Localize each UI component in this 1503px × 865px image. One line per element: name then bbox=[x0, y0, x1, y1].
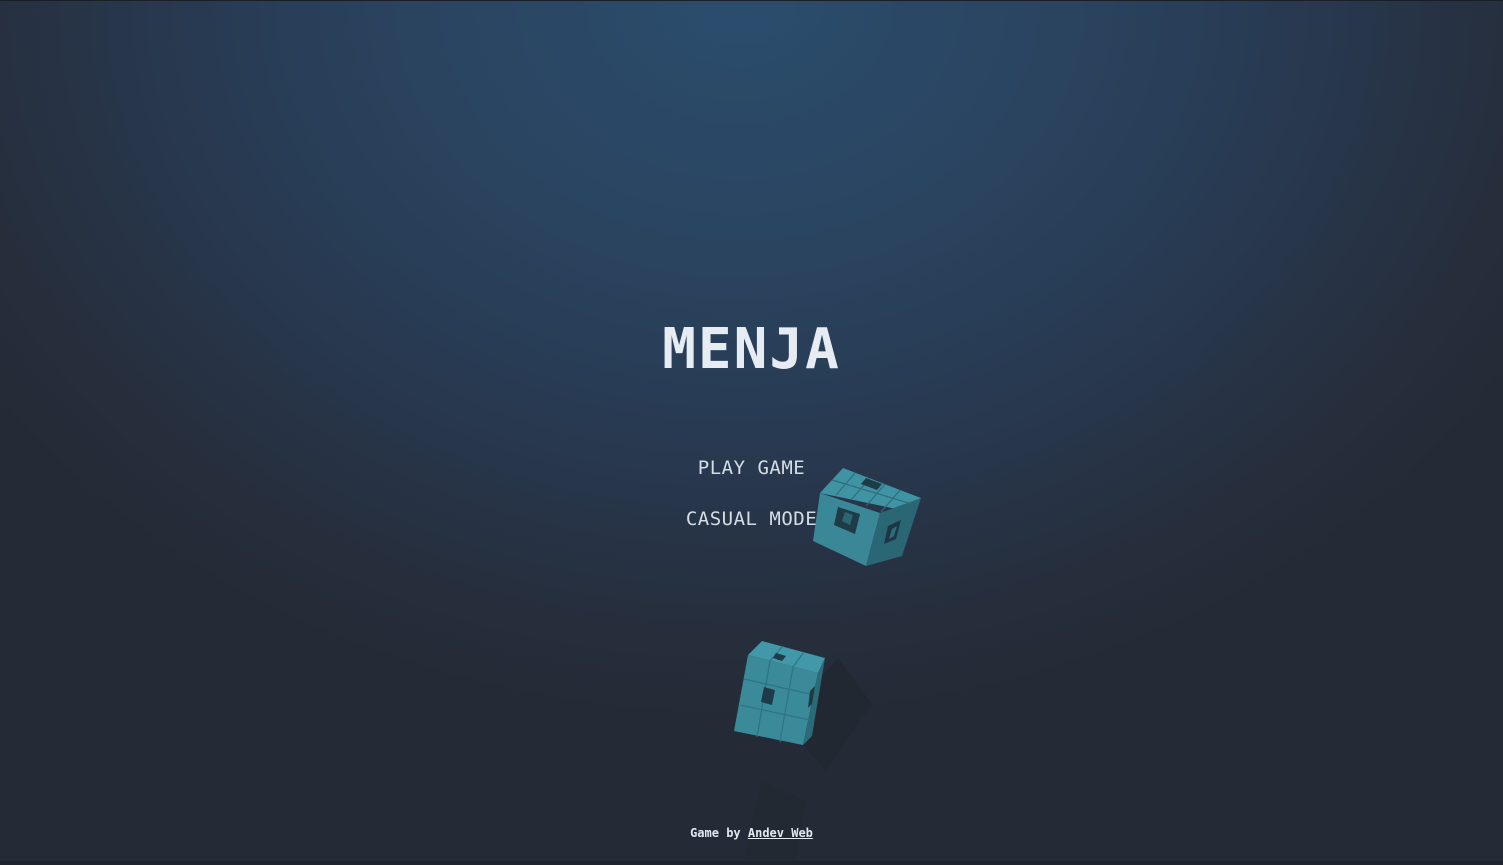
play-game-button[interactable]: PLAY GAME bbox=[0, 457, 1503, 479]
casual-mode-button[interactable]: CASUAL MODE bbox=[0, 508, 1503, 530]
bottom-edge bbox=[0, 861, 1503, 865]
cube-scene bbox=[734, 468, 921, 861]
credit-prefix: Game by bbox=[690, 826, 748, 840]
game-menu-screen: MENJA PLAY GAME CASUAL MODE Game by Ande… bbox=[0, 0, 1503, 865]
cube-shadow-icon bbox=[744, 781, 806, 861]
falling-cube-icon bbox=[734, 641, 825, 745]
game-title: MENJA bbox=[662, 317, 841, 382]
author-link[interactable]: Andev Web bbox=[748, 826, 813, 840]
cube-shadow-icon bbox=[800, 658, 872, 771]
credit-line: Game by Andev Web bbox=[0, 826, 1503, 840]
